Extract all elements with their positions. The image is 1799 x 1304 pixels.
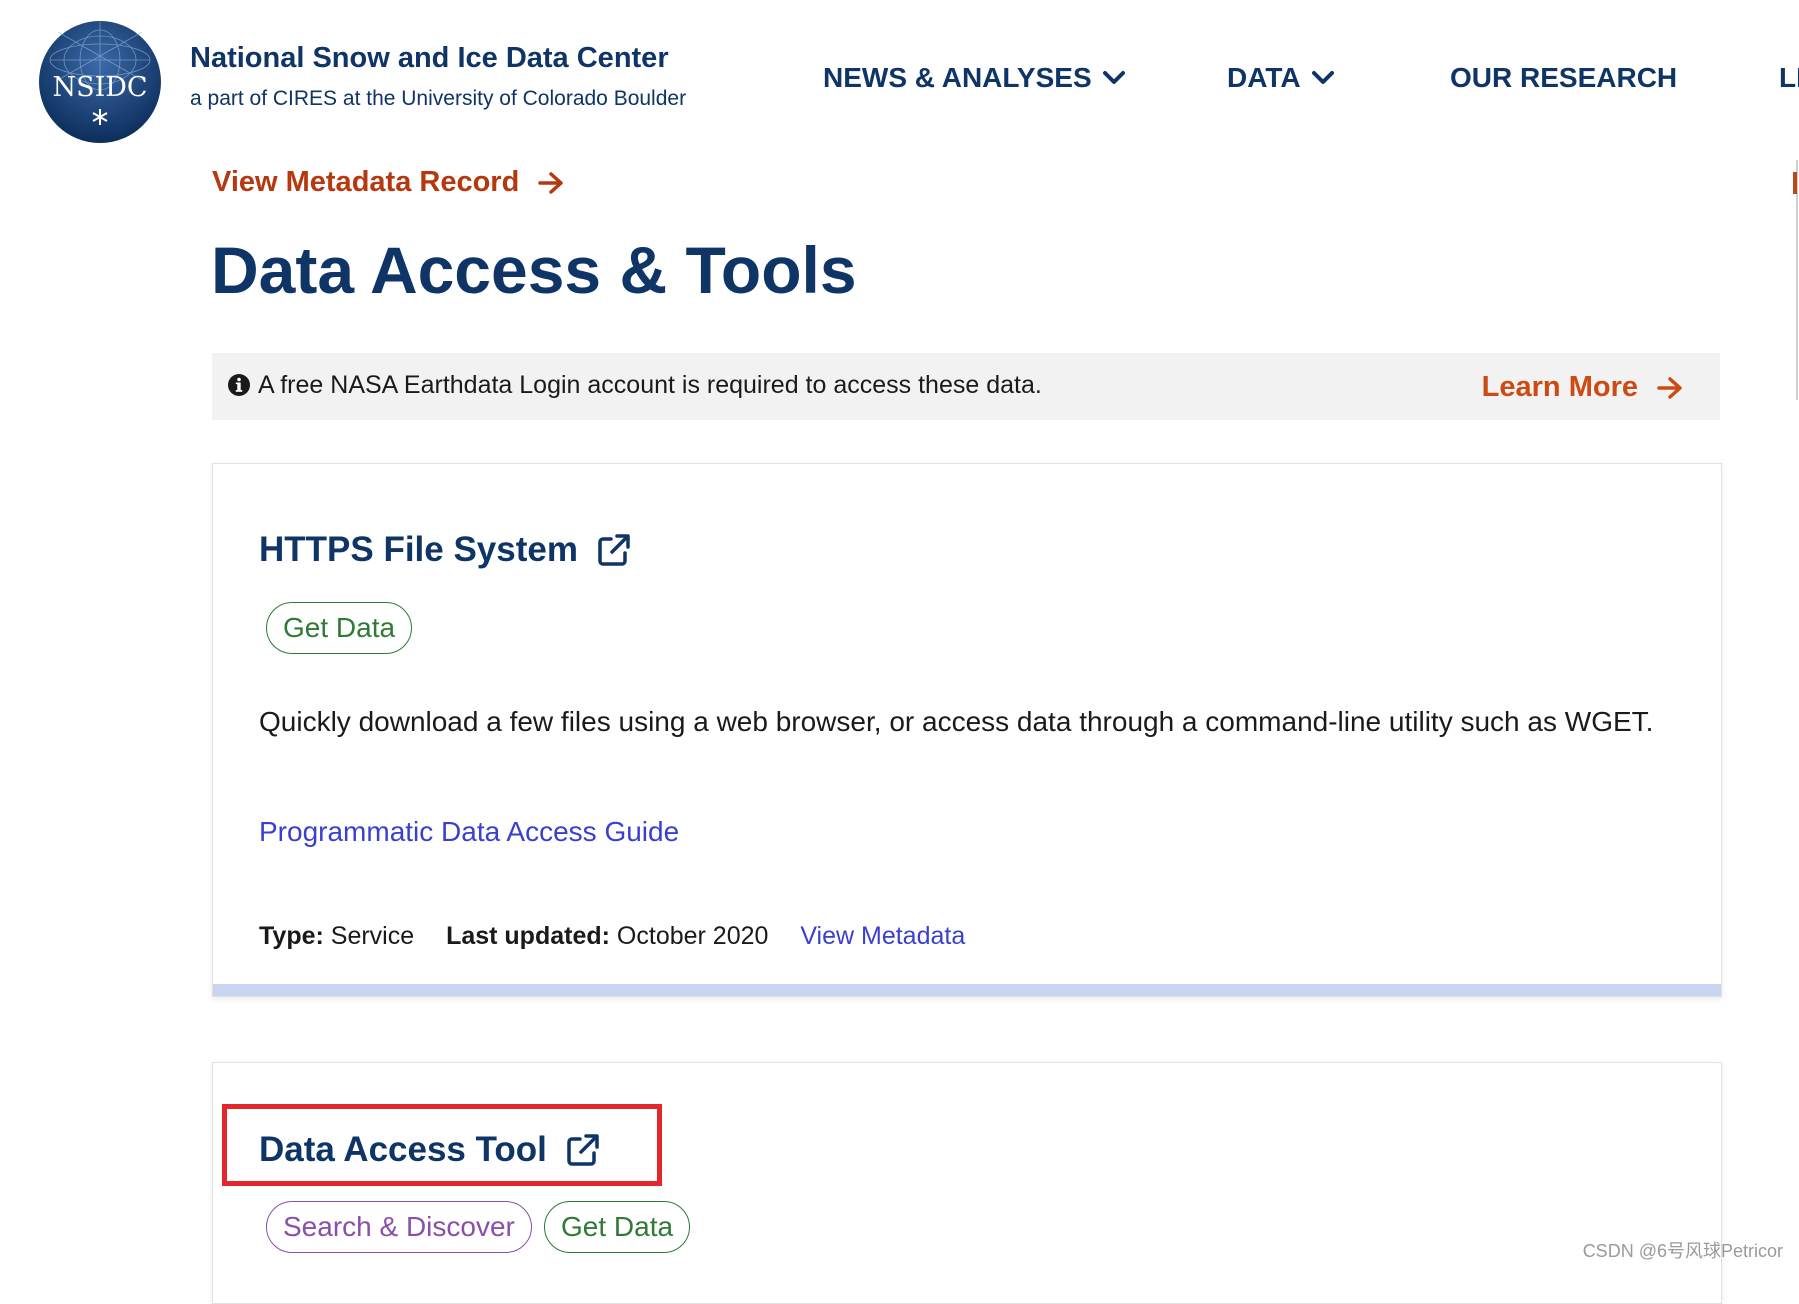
learn-more-link[interactable]: Learn More (1482, 371, 1684, 404)
data-access-tool-card: Data Access Tool Search & Discover Get D… (212, 1062, 1722, 1304)
external-link-icon (567, 1134, 599, 1166)
alert-text: A free NASA Earthdata Login account is r… (258, 371, 1042, 399)
card-title-label: HTTPS File System (259, 530, 578, 569)
view-metadata-link[interactable]: View Metadata (800, 922, 965, 950)
nav-news-label: NEWS & ANALYSES (823, 62, 1092, 93)
type-value: Service (330, 922, 415, 950)
nav-data[interactable]: DATA (1227, 62, 1335, 94)
chevron-down-icon (1311, 71, 1334, 84)
card-description: Quickly download a few files using a web… (259, 706, 1654, 737)
watermark: CSDN @6号风球Petricor (1582, 1241, 1783, 1261)
earthdata-login-alert: A free NASA Earthdata Login account is r… (212, 353, 1720, 420)
card-meta-row: Type: Service Last updated: October 2020… (259, 922, 965, 951)
info-circle-icon (228, 374, 250, 396)
view-metadata-record-link[interactable]: View Metadata Record (212, 166, 565, 199)
type-label: Type: (259, 922, 324, 950)
view-metadata-record-label: View Metadata Record (212, 166, 520, 198)
nav-data-label: DATA (1227, 62, 1301, 93)
last-updated-value: October 2020 (616, 922, 769, 950)
programmatic-data-access-guide-link[interactable]: Programmatic Data Access Guide (259, 816, 679, 848)
nav-research-label: OUR RESEARCH (1450, 62, 1678, 93)
learn-more-label: Learn More (1481, 371, 1638, 403)
arrow-right-icon (1657, 376, 1682, 399)
page-title: Data Access & Tools (211, 233, 857, 307)
nav-our-research[interactable]: OUR RESEARCH (1450, 62, 1677, 94)
nav-partial-item[interactable]: LE (1779, 62, 1799, 94)
org-subtitle: a part of CIRES at the University of Col… (190, 87, 687, 110)
data-access-tool-title[interactable]: Data Access Tool (259, 1130, 601, 1170)
external-link-icon (598, 534, 630, 566)
nav-partial-label: LE (1779, 62, 1799, 93)
nsidc-logo[interactable]: NSIDC (38, 20, 162, 144)
search-discover-button[interactable]: Search & Discover (266, 1201, 532, 1253)
https-file-system-card: HTTPS File System Get Data Quickly downl… (212, 463, 1722, 997)
chevron-down-icon (1102, 71, 1125, 84)
arrow-right-icon (538, 171, 564, 194)
card-bottom-bar (213, 984, 1721, 996)
nsidc-logo-icon: NSIDC (39, 21, 161, 143)
logo-text: NSIDC (52, 72, 147, 103)
https-file-system-title[interactable]: HTTPS File System (259, 530, 632, 570)
card-title-label: Data Access Tool (259, 1130, 547, 1169)
org-name[interactable]: National Snow and Ice Data Center (190, 42, 669, 75)
nav-news-analyses[interactable]: NEWS & ANALYSES (823, 62, 1126, 94)
get-data-button[interactable]: Get Data (544, 1201, 691, 1253)
last-updated-label: Last updated: (446, 922, 610, 950)
right-edge-marker (1793, 172, 1797, 194)
right-edge-divider (1796, 160, 1798, 400)
get-data-button[interactable]: Get Data (266, 602, 413, 654)
